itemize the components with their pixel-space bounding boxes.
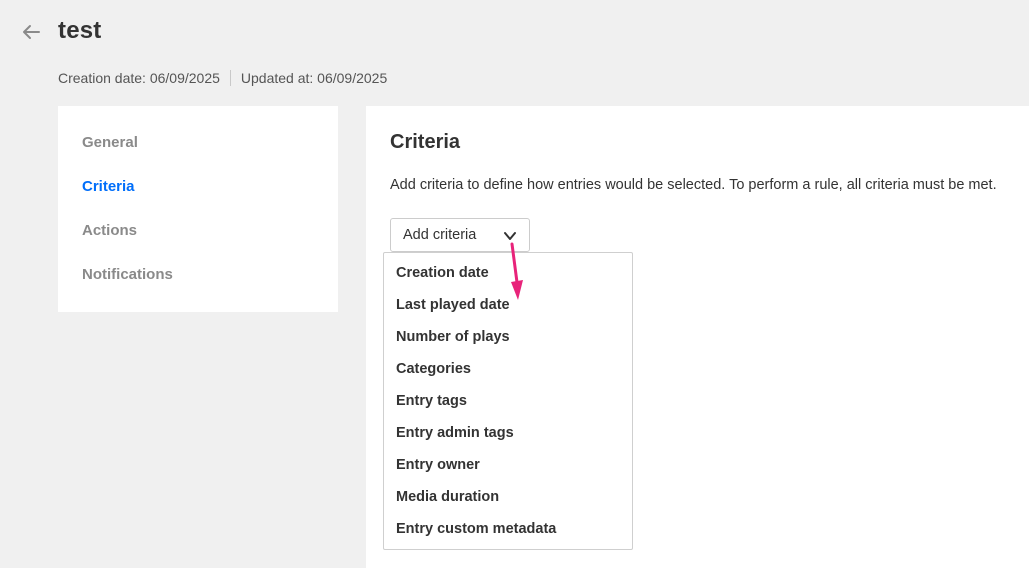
page: test Creation date: 06/09/2025 Updated a… [0, 0, 1029, 568]
add-criteria-label: Add criteria [403, 227, 477, 243]
dropdown-option-number-of-plays[interactable]: Number of plays [396, 329, 510, 345]
dropdown-option-creation-date[interactable]: Creation date [396, 265, 489, 281]
back-button[interactable] [18, 20, 44, 44]
section-title: Criteria [390, 131, 461, 153]
page-meta: Creation date: 06/09/2025 Updated at: 06… [58, 70, 387, 86]
dropdown-option-categories[interactable]: Categories [396, 361, 471, 377]
updated-at: Updated at: 06/09/2025 [240, 70, 388, 86]
sidebar-item-general[interactable]: General [82, 134, 138, 151]
sidebar: General Criteria Actions Notifications [58, 106, 338, 312]
creation-date: Creation date: 06/09/2025 [58, 70, 220, 86]
meta-divider [229, 70, 231, 86]
sidebar-item-notifications[interactable]: Notifications [82, 266, 173, 283]
arrow-left-icon [23, 25, 40, 39]
dropdown-option-entry-admin-tags[interactable]: Entry admin tags [396, 425, 514, 441]
dropdown-option-media-duration[interactable]: Media duration [396, 489, 499, 505]
dropdown-option-entry-tags[interactable]: Entry tags [396, 393, 467, 409]
sidebar-item-actions[interactable]: Actions [82, 222, 137, 239]
annotation-arrow-icon [510, 242, 523, 300]
dropdown-option-last-played-date[interactable]: Last played date [396, 297, 510, 313]
section-description: Add criteria to define how entries would… [390, 177, 997, 193]
dropdown-option-entry-custom-metadata[interactable]: Entry custom metadata [396, 521, 556, 537]
dropdown-option-entry-owner[interactable]: Entry owner [396, 457, 480, 473]
page-title: test [58, 17, 102, 44]
sidebar-item-criteria[interactable]: Criteria [82, 178, 135, 195]
